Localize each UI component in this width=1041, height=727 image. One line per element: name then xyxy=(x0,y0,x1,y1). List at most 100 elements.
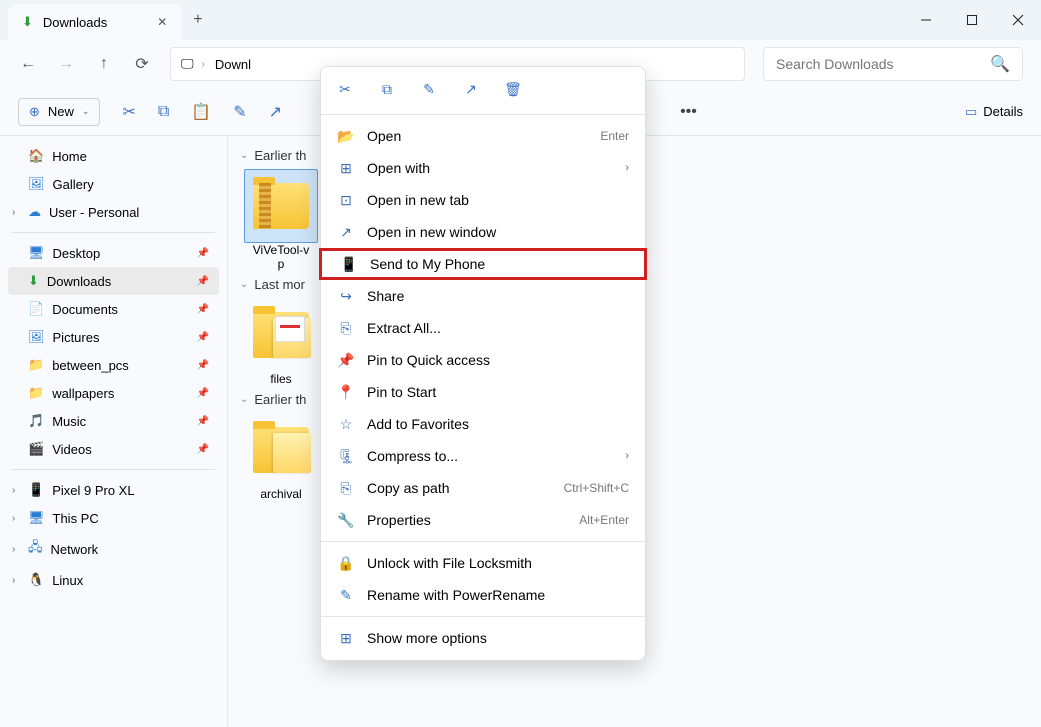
menu-show-more[interactable]: ⊞Show more options xyxy=(321,622,645,654)
sidebar-divider xyxy=(12,232,215,233)
menu-send-to-phone[interactable]: 📱Send to My Phone xyxy=(319,248,647,280)
new-button[interactable]: ⊕ New ⌄ xyxy=(18,98,100,126)
new-tab-button[interactable]: + xyxy=(193,11,202,29)
up-button[interactable]: ↑ xyxy=(94,54,114,74)
close-tab-icon[interactable]: ✕ xyxy=(157,15,167,29)
titlebar: ⬇ Downloads ✕ + xyxy=(0,0,1041,40)
sidebar-pictures[interactable]: 🖼Pictures📌 xyxy=(8,323,219,351)
pin-icon: 📌 xyxy=(197,444,209,455)
sidebar-desktop[interactable]: 🖥Desktop📌 xyxy=(8,239,219,267)
menu-power-rename[interactable]: ✎Rename with PowerRename xyxy=(321,579,645,611)
sidebar: 🏠Home 🖼Gallery ›☁User - Personal 🖥Deskto… xyxy=(0,136,228,727)
menu-copy-path[interactable]: ⎘Copy as pathCtrl+Shift+C xyxy=(321,472,645,504)
share-icon[interactable]: ↗ xyxy=(269,102,282,122)
sidebar-music[interactable]: 🎵Music📌 xyxy=(8,407,219,435)
lock-icon: 🔒 xyxy=(337,554,355,572)
tab-downloads[interactable]: ⬇ Downloads ✕ xyxy=(8,4,181,40)
chevron-down-icon: ⌄ xyxy=(82,106,90,117)
breadcrumb-text: Downl xyxy=(215,57,251,72)
search-input[interactable] xyxy=(776,56,990,72)
menu-pin-start[interactable]: 📍Pin to Start xyxy=(321,376,645,408)
maximize-button[interactable] xyxy=(949,0,995,40)
cut-icon[interactable]: ✂ xyxy=(335,79,355,99)
plus-circle-icon: ⊕ xyxy=(29,104,40,120)
menu-share[interactable]: ↪Share xyxy=(321,280,645,312)
rename-icon[interactable]: ✎ xyxy=(233,102,246,122)
file-archival[interactable]: archival xyxy=(240,413,322,501)
more-button[interactable]: ••• xyxy=(680,103,697,121)
menu-properties[interactable]: 🔧PropertiesAlt+Enter xyxy=(321,504,645,536)
details-view-button[interactable]: ▭ Details xyxy=(965,104,1023,120)
close-window-button[interactable] xyxy=(995,0,1041,40)
cloud-icon: ☁ xyxy=(28,204,41,220)
sidebar-between-pcs[interactable]: 📁between_pcs📌 xyxy=(8,351,219,379)
zip-folder-icon xyxy=(253,183,309,229)
forward-button[interactable]: → xyxy=(56,54,76,74)
rename-icon[interactable]: ✎ xyxy=(419,79,439,99)
pin-icon: 📌 xyxy=(197,360,209,371)
music-icon: 🎵 xyxy=(28,413,44,429)
linux-icon: 🐧 xyxy=(28,572,44,588)
pin-icon: 📌 xyxy=(337,351,355,369)
folder-icon xyxy=(253,427,309,473)
sidebar-gallery[interactable]: 🖼Gallery xyxy=(8,170,219,198)
menu-compress-to[interactable]: 🗜Compress to...› xyxy=(321,440,645,472)
sidebar-linux[interactable]: ›🐧Linux xyxy=(8,566,219,594)
sidebar-pixel[interactable]: ›📱Pixel 9 Pro XL xyxy=(8,476,219,504)
chevron-right-icon: › xyxy=(12,575,15,586)
menu-open[interactable]: 📂OpenEnter xyxy=(321,120,645,152)
new-label: New xyxy=(48,104,74,119)
sidebar-network[interactable]: ›🖧Network xyxy=(8,532,219,566)
menu-add-favorites[interactable]: ☆Add to Favorites xyxy=(321,408,645,440)
delete-icon[interactable]: 🗑 xyxy=(503,79,523,99)
phone-icon: 📱 xyxy=(28,482,44,498)
menu-open-new-window[interactable]: ↗Open in new window xyxy=(321,216,645,248)
pictures-icon: 🖼 xyxy=(28,329,45,345)
desktop-icon: 🖥 xyxy=(28,245,45,261)
menu-separator xyxy=(321,114,645,115)
share-icon: ↪ xyxy=(337,287,355,305)
menu-open-with[interactable]: ⊞Open with› xyxy=(321,152,645,184)
sidebar-documents[interactable]: 📄Documents📌 xyxy=(8,295,219,323)
compress-icon: 🗜 xyxy=(337,447,355,465)
file-label: files xyxy=(270,372,291,386)
chevron-down-icon: ⌄ xyxy=(240,150,248,161)
menu-open-new-tab[interactable]: ⊡Open in new tab xyxy=(321,184,645,216)
refresh-button[interactable]: ⟳ xyxy=(132,54,152,74)
pin-start-icon: 📍 xyxy=(337,383,355,401)
cut-icon[interactable]: ✂ xyxy=(122,102,135,122)
power-rename-icon: ✎ xyxy=(337,586,355,604)
file-files[interactable]: files xyxy=(240,298,322,386)
share-icon[interactable]: ↗ xyxy=(461,79,481,99)
back-button[interactable]: ← xyxy=(18,54,38,74)
menu-pin-quick-access[interactable]: 📌Pin to Quick access xyxy=(321,344,645,376)
minimize-button[interactable] xyxy=(903,0,949,40)
sidebar-videos[interactable]: 🎬Videos📌 xyxy=(8,435,219,463)
copy-icon[interactable]: ⧉ xyxy=(377,79,397,99)
sidebar-user[interactable]: ›☁User - Personal xyxy=(8,198,219,226)
videos-icon: 🎬 xyxy=(28,441,44,457)
search-box[interactable]: 🔍 xyxy=(763,47,1023,81)
menu-unlock-locksmith[interactable]: 🔒Unlock with File Locksmith xyxy=(321,547,645,579)
sidebar-divider xyxy=(12,469,215,470)
phone-icon: 📱 xyxy=(340,255,358,273)
menu-extract-all[interactable]: ⎘Extract All... xyxy=(321,312,645,344)
file-vivetool[interactable]: ViVeTool-v p xyxy=(240,169,322,271)
pin-icon: 📌 xyxy=(197,304,209,315)
chevron-right-icon: › xyxy=(625,450,629,462)
sidebar-wallpapers[interactable]: 📁wallpapers📌 xyxy=(8,379,219,407)
extract-icon: ⎘ xyxy=(337,319,355,337)
copy-icon[interactable]: ⧉ xyxy=(158,103,169,121)
new-tab-icon: ⊡ xyxy=(337,191,355,209)
file-label: archival xyxy=(260,487,301,501)
paste-icon[interactable]: 📋 xyxy=(191,102,211,122)
file-label: ViVeTool-v p xyxy=(253,243,309,271)
star-icon: ☆ xyxy=(337,415,355,433)
network-icon: 🖧 xyxy=(28,538,43,560)
sidebar-home[interactable]: 🏠Home xyxy=(8,142,219,170)
sidebar-this-pc[interactable]: ›🖥This PC xyxy=(8,504,219,532)
chevron-right-icon: › xyxy=(12,544,15,555)
window-controls xyxy=(903,0,1041,40)
folder-open-icon: 📂 xyxy=(337,127,355,145)
sidebar-downloads[interactable]: ⬇Downloads📌 xyxy=(8,267,219,295)
